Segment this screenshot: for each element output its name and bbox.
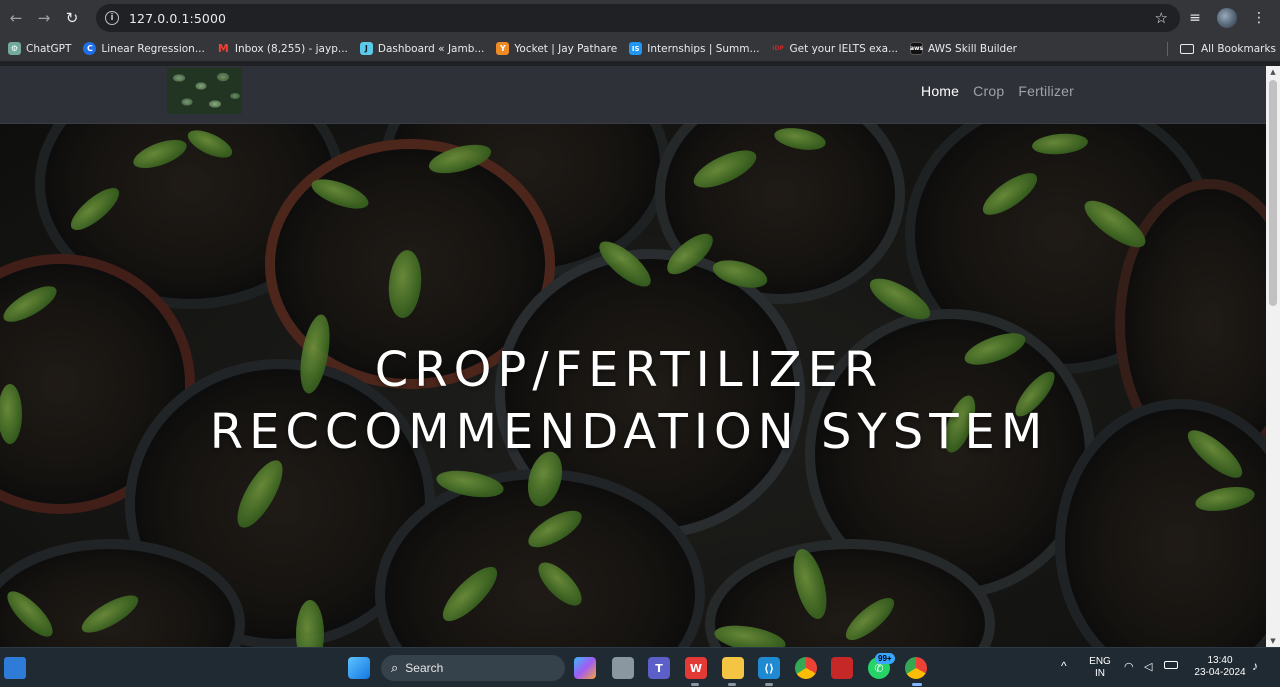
running-indicator: [691, 683, 699, 686]
bookmark-label: Dashboard « Jamb...: [377, 42, 485, 55]
taskbar-search-label: Search: [405, 661, 444, 675]
browser-toolbar: ← → ↻ i 127.0.0.1:5000 ☆ ≡ ⋮: [0, 0, 1280, 36]
aws-icon: aws: [910, 42, 923, 55]
language-indicator[interactable]: ENG IN: [1088, 656, 1112, 680]
search-icon: ⌕: [391, 660, 399, 676]
back-icon[interactable]: ←: [2, 4, 30, 32]
page-scrollbar[interactable]: ▲ ▼: [1266, 66, 1280, 647]
all-bookmarks-label: All Bookmarks: [1201, 43, 1277, 55]
bookmark-label: Inbox (8,255) - jayp...: [234, 42, 348, 55]
chatgpt-icon: ⚙: [8, 42, 21, 55]
nav-link-home[interactable]: Home: [921, 83, 959, 99]
wifi-icon[interactable]: ◠: [1124, 661, 1134, 673]
whatsapp-badge: 99+: [875, 653, 895, 664]
teams-icon[interactable]: T: [648, 657, 670, 679]
ielts-icon: IDP: [772, 45, 784, 52]
notification-bell-icon[interactable]: ♪: [1252, 660, 1258, 672]
scrollbar-thumb[interactable]: [1269, 80, 1277, 306]
forward-icon[interactable]: →: [30, 4, 58, 32]
scroll-up-icon[interactable]: ▲: [1269, 68, 1277, 76]
site-info-icon[interactable]: i: [105, 11, 119, 25]
volume-icon[interactable]: ◁: [1144, 661, 1152, 673]
menu-kebab-icon[interactable]: ⋮: [1246, 4, 1272, 32]
jamboard-icon: J: [359, 42, 373, 55]
bookmark-dashboard[interactable]: J Dashboard « Jamb...: [354, 38, 491, 60]
nav-link-fertilizer[interactable]: Fertilizer: [1018, 83, 1074, 99]
bookmark-label: Linear Regression...: [101, 42, 205, 55]
bookmarks-divider: [1167, 42, 1168, 56]
site-logo[interactable]: [167, 68, 242, 114]
internshala-icon: IS: [629, 42, 643, 55]
hero-title-line-2: RECCOMMENDATION SYSTEM: [209, 404, 1049, 460]
bookmark-yocket[interactable]: Y Yocket | Jay Pathare: [490, 38, 623, 60]
profile-avatar[interactable]: [1214, 4, 1240, 32]
all-bookmarks-button[interactable]: All Bookmarks: [1180, 38, 1276, 60]
language-line-2: IN: [1095, 668, 1105, 679]
active-app-indicator: [912, 683, 922, 686]
task-view-icon[interactable]: [612, 657, 634, 679]
address-bar[interactable]: i 127.0.0.1:5000 ☆: [96, 4, 1180, 32]
bookmark-label: AWS Skill Builder: [928, 42, 1017, 55]
bookmark-label: Get your IELTS exa...: [789, 42, 899, 55]
taskbar-search[interactable]: ⌕ Search: [381, 655, 565, 681]
folder-icon: [1180, 44, 1194, 54]
yocket-icon: Y: [496, 42, 510, 55]
hero-title: CROP/FERTILIZER RECCOMMENDATION SYSTEM: [0, 339, 1258, 463]
vscode-icon[interactable]: ⟨⟩: [758, 657, 780, 679]
app-red-icon[interactable]: [831, 657, 853, 679]
hero-title-line-1: CROP/FERTILIZER: [374, 342, 884, 398]
bookmark-label: Yocket | Jay Pathare: [514, 42, 618, 55]
site-navbar: Home Crop Fertilizer: [0, 66, 1266, 124]
reload-icon[interactable]: ↻: [58, 4, 86, 32]
clock[interactable]: 13:40 23-04-2024: [1190, 655, 1250, 679]
tray-overflow-icon[interactable]: ^: [1061, 660, 1067, 672]
nav-link-crop[interactable]: Crop: [973, 83, 1004, 99]
bookmark-label: ChatGPT: [26, 42, 72, 55]
bookmark-chatgpt[interactable]: ⚙ ChatGPT: [2, 38, 77, 60]
coursera-icon: C: [83, 42, 97, 55]
running-indicator: [765, 683, 773, 686]
scroll-down-icon[interactable]: ▼: [1269, 637, 1277, 645]
url-text[interactable]: 127.0.0.1:5000: [129, 11, 226, 26]
chrome-active-icon[interactable]: [905, 657, 927, 679]
running-indicator: [728, 683, 736, 686]
avatar: [1217, 8, 1237, 28]
gmail-icon: M: [217, 42, 229, 55]
bookmark-inbox[interactable]: M Inbox (8,255) - jayp...: [211, 38, 354, 60]
start-windows-icon[interactable]: [348, 657, 370, 679]
windows-taskbar: ⌕ Search T W ⟨⟩ ✆ 99+ ^ ENG IN ◠ ◁ 13:40…: [0, 647, 1280, 687]
reading-list-icon[interactable]: ≡: [1182, 4, 1208, 32]
battery-icon[interactable]: [1164, 661, 1178, 669]
clock-date: 23-04-2024: [1194, 667, 1246, 678]
site-menu: Home Crop Fertilizer: [921, 83, 1074, 99]
wps-office-icon[interactable]: W: [685, 657, 707, 679]
bookmarks-bar: ⚙ ChatGPT C Linear Regression... M Inbox…: [0, 36, 1280, 62]
bookmark-internships[interactable]: IS Internships | Summ...: [623, 38, 765, 60]
page-viewport: Home Crop Fertilizer CROP/FERTILIZER REC…: [0, 66, 1266, 647]
file-explorer-icon[interactable]: [722, 657, 744, 679]
chrome-icon[interactable]: [795, 657, 817, 679]
bookmark-ielts[interactable]: IDP Get your IELTS exa...: [766, 38, 905, 60]
bookmark-star-icon[interactable]: ☆: [1155, 9, 1168, 27]
language-line-1: ENG: [1089, 656, 1111, 667]
clock-time: 13:40: [1207, 655, 1233, 666]
bookmark-aws[interactable]: aws AWS Skill Builder: [904, 38, 1023, 60]
bookmark-linear-regression[interactable]: C Linear Regression...: [77, 38, 210, 60]
copilot-icon[interactable]: [574, 657, 596, 679]
widgets-icon[interactable]: [4, 657, 26, 679]
bookmark-label: Internships | Summ...: [647, 42, 760, 55]
hero-section: CROP/FERTILIZER RECCOMMENDATION SYSTEM: [0, 124, 1266, 647]
